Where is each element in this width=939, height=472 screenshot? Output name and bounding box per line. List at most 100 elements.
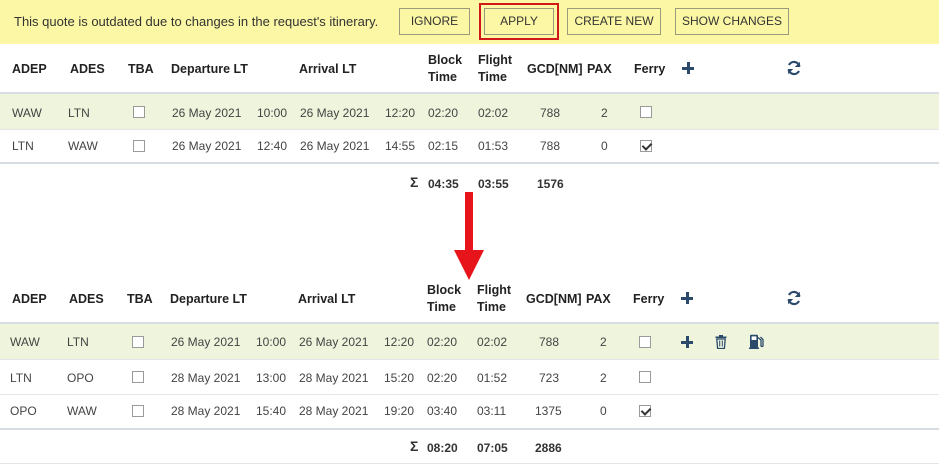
cell-ades: WAW <box>67 404 97 418</box>
cell-arr-time: 19:20 <box>384 404 415 418</box>
cell-gcd: 1375 <box>535 404 562 418</box>
cell-adep: LTN <box>12 139 34 153</box>
divider <box>0 428 939 430</box>
header-block-2: Time <box>428 70 457 84</box>
cell-block: 03:40 <box>427 404 458 418</box>
tba-checkbox[interactable] <box>133 140 145 152</box>
cell-dep-date: 26 May 2021 <box>172 106 242 120</box>
ferry-checkbox[interactable] <box>640 106 652 118</box>
header-gcd: GCD[NM] <box>527 62 583 76</box>
ferry-checkbox[interactable] <box>640 140 652 152</box>
header-adep: ADEP <box>12 292 47 306</box>
header-ades: ADES <box>69 292 104 306</box>
cell-block: 02:20 <box>427 371 458 385</box>
cell-dep-date: 28 May 2021 <box>171 371 241 385</box>
outdated-quote-banner: This quote is outdated due to changes in… <box>0 0 939 44</box>
cell-dep-time: 15:40 <box>256 404 287 418</box>
header-adep: ADEP <box>12 62 47 76</box>
total-gcd: 2886 <box>535 441 562 455</box>
cell-arr-time: 12:20 <box>385 106 416 120</box>
ferry-checkbox[interactable] <box>639 336 651 348</box>
cell-arr-date: 26 May 2021 <box>300 139 370 153</box>
header-arrival: Arrival LT <box>299 62 357 76</box>
header-flight-1: Flight <box>478 53 513 67</box>
cell-flight: 02:02 <box>477 335 508 349</box>
header-ferry: Ferry <box>634 62 666 76</box>
cell-arr-date: 28 May 2021 <box>299 371 369 385</box>
cell-gcd: 788 <box>539 335 560 349</box>
cell-dep-date: 28 May 2021 <box>171 404 241 418</box>
cell-dep-date: 26 May 2021 <box>171 335 241 349</box>
header-flight-2: Time <box>478 70 507 84</box>
cell-pax: 0 <box>600 404 607 418</box>
cell-block: 02:20 <box>427 335 458 349</box>
total-block: 08:20 <box>427 441 458 455</box>
cell-dep-time: 10:00 <box>257 106 288 120</box>
cell-gcd: 788 <box>540 139 561 153</box>
cell-arr-time: 12:20 <box>384 335 415 349</box>
cell-block: 02:15 <box>428 139 459 153</box>
sum-symbol: Σ <box>410 174 419 190</box>
ignore-button[interactable]: IGNORE <box>399 8 470 35</box>
header-gcd: GCD[NM] <box>526 292 582 306</box>
cell-ades: WAW <box>68 139 98 153</box>
cell-arr-time: 14:55 <box>385 139 416 153</box>
refresh-icon[interactable] <box>786 60 802 76</box>
plus-icon[interactable] <box>681 336 693 348</box>
header-flight-1: Flight <box>477 283 512 297</box>
total-flight: 07:05 <box>477 441 508 455</box>
ferry-checkbox[interactable] <box>639 371 651 383</box>
create-new-button[interactable]: CREATE NEW <box>567 8 661 35</box>
cell-dep-time: 12:40 <box>257 139 288 153</box>
header-block-2: Time <box>427 300 456 314</box>
cell-dep-time: 13:00 <box>256 371 287 385</box>
show-changes-button[interactable]: SHOW CHANGES <box>675 8 789 35</box>
cell-gcd: 723 <box>539 371 560 385</box>
header-ferry: Ferry <box>633 292 665 306</box>
fuel-icon[interactable] <box>749 334 764 349</box>
apply-button[interactable]: APPLY <box>484 8 554 35</box>
header-flight-2: Time <box>477 300 506 314</box>
cell-flight: 02:02 <box>478 106 509 120</box>
cell-adep: WAW <box>10 335 40 349</box>
cell-adep: WAW <box>12 106 42 120</box>
arrow-down-icon <box>454 192 484 280</box>
divider <box>0 394 939 395</box>
cell-gcd: 788 <box>540 106 561 120</box>
divider <box>0 463 939 464</box>
cell-block: 02:20 <box>428 106 459 120</box>
cell-pax: 2 <box>600 335 607 349</box>
cell-arr-date: 26 May 2021 <box>299 335 369 349</box>
header-departure: Departure LT <box>170 292 247 306</box>
cell-arr-time: 15:20 <box>384 371 415 385</box>
header-pax: PAX <box>587 62 612 76</box>
cell-flight: 03:11 <box>477 404 507 418</box>
cell-ades: LTN <box>67 335 89 349</box>
header-departure: Departure LT <box>171 62 248 76</box>
total-flight: 03:55 <box>478 177 509 191</box>
cell-ades: LTN <box>68 106 90 120</box>
divider <box>0 129 939 130</box>
cell-ades: OPO <box>67 371 94 385</box>
tba-checkbox[interactable] <box>132 371 144 383</box>
total-block: 04:35 <box>428 177 459 191</box>
cell-adep: LTN <box>10 371 32 385</box>
tba-checkbox[interactable] <box>132 405 144 417</box>
plus-icon[interactable] <box>682 62 694 74</box>
tba-checkbox[interactable] <box>133 106 145 118</box>
cell-dep-date: 26 May 2021 <box>172 139 242 153</box>
header-ades: ADES <box>70 62 105 76</box>
banner-message: This quote is outdated due to changes in… <box>14 14 379 29</box>
header-tba: TBA <box>127 292 153 306</box>
header-block-1: Block <box>428 53 463 67</box>
tba-checkbox[interactable] <box>132 336 144 348</box>
plus-icon[interactable] <box>681 292 693 304</box>
cell-dep-time: 10:00 <box>256 335 287 349</box>
cell-arr-date: 28 May 2021 <box>299 404 369 418</box>
refresh-icon[interactable] <box>786 290 802 306</box>
header-block-1: Block <box>427 283 462 297</box>
ferry-checkbox[interactable] <box>639 405 651 417</box>
cell-adep: OPO <box>10 404 37 418</box>
header-arrival: Arrival LT <box>298 292 356 306</box>
trash-icon[interactable] <box>715 335 727 349</box>
